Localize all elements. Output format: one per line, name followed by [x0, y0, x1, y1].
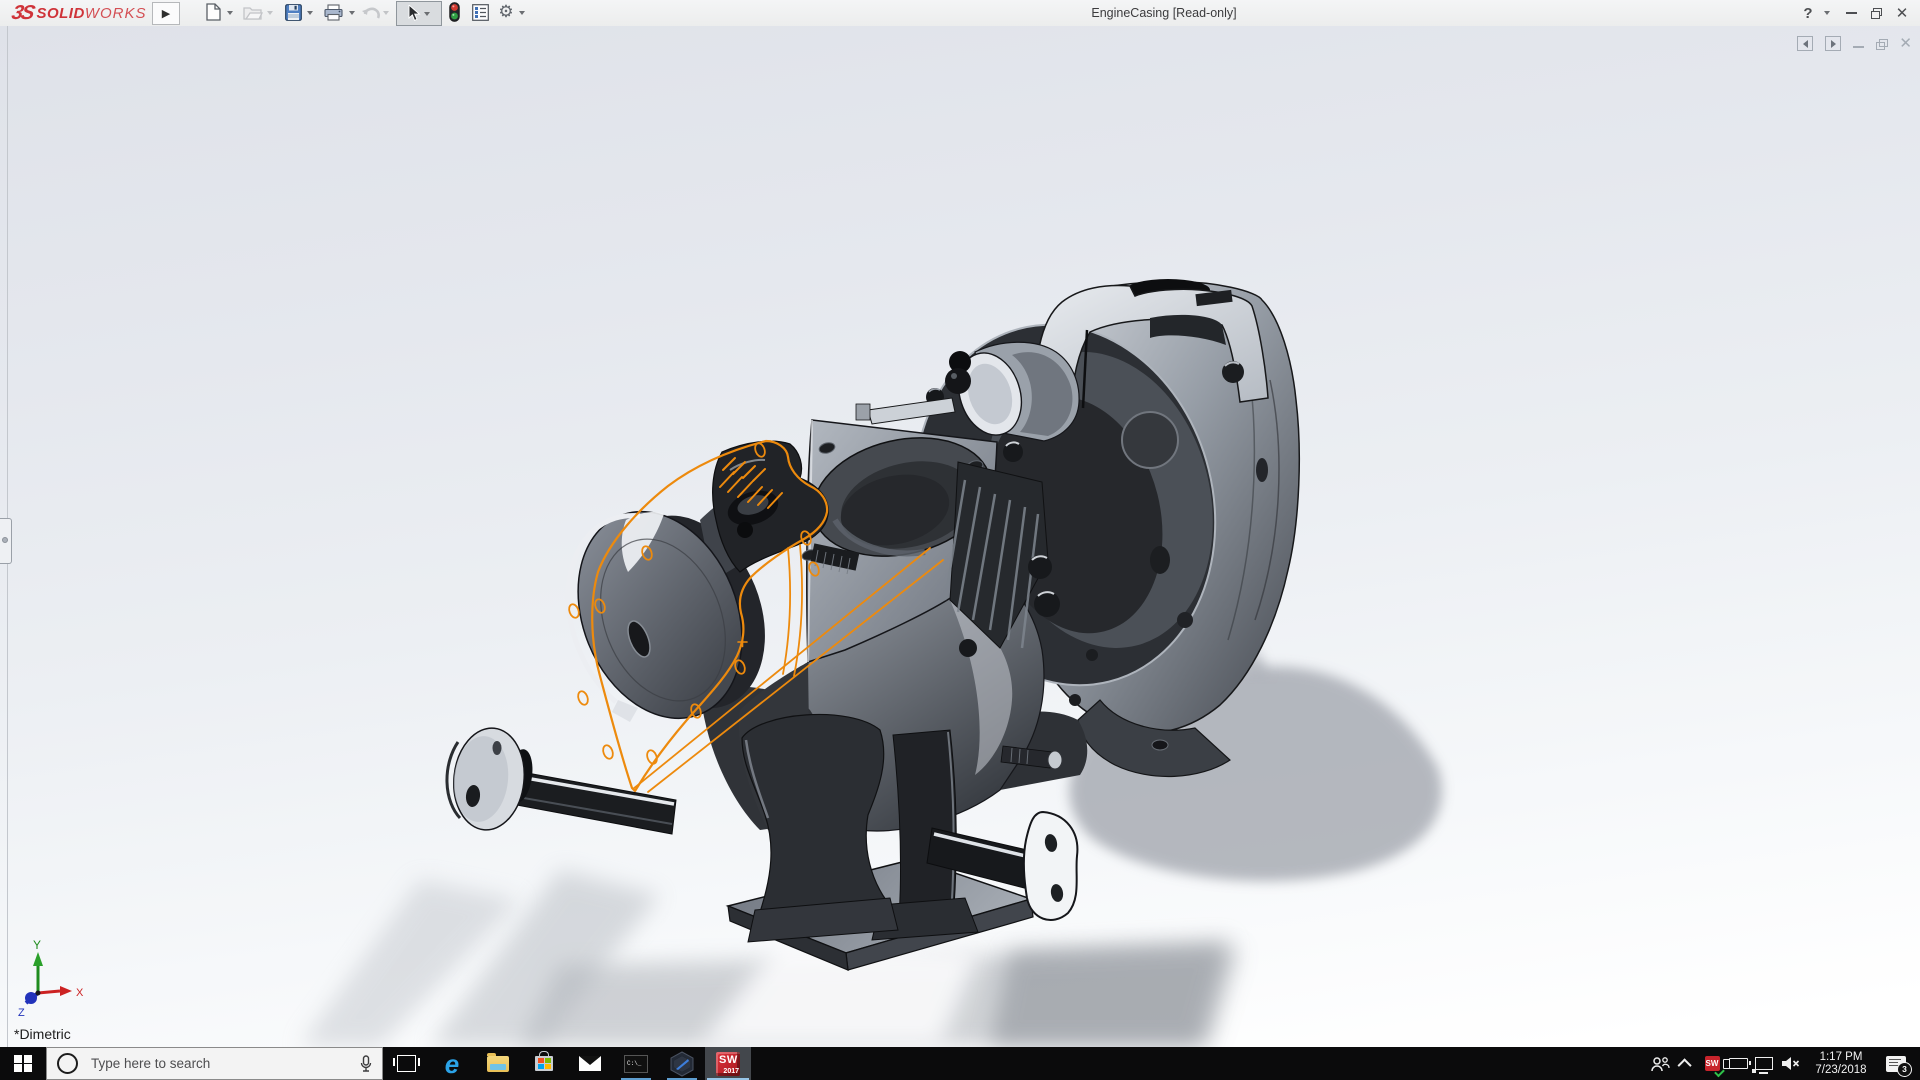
solidworks-check-icon: SW	[1704, 1056, 1720, 1071]
taskbar-mail[interactable]	[567, 1047, 613, 1080]
open-folder-icon	[243, 7, 263, 20]
file-properties-button[interactable]	[470, 2, 490, 22]
clock[interactable]: 1:17 PM 7/23/2018	[1809, 1051, 1873, 1077]
hexagon-app-icon	[670, 1050, 694, 1077]
caret-icon	[267, 10, 273, 15]
axis-y-label: Y	[33, 938, 41, 952]
stand-legs[interactable]	[741, 713, 979, 943]
tray-overflow-button[interactable]	[1673, 1047, 1699, 1080]
battery-plug-icon	[1722, 1058, 1751, 1069]
gear-icon: ⚙	[498, 2, 514, 21]
new-document-dropdown[interactable]	[227, 2, 233, 23]
undo-button[interactable]	[360, 2, 380, 22]
undo-dropdown[interactable]	[383, 2, 389, 23]
select-dropdown-caret[interactable]	[424, 11, 430, 16]
ds-logo-mark: 3S	[9, 1, 36, 24]
titlebar: 3S SOLID WORKS ▶ ⚙ EngineCasing [Read-on…	[0, 0, 1920, 27]
power-status[interactable]	[1722, 1047, 1751, 1080]
taskbar-solidworks[interactable]: SW 2017	[705, 1047, 751, 1080]
document-title: EngineCasing [Read-only]	[1091, 6, 1237, 20]
view-orientation-label: *Dimetric	[14, 1026, 71, 1042]
search-placeholder: Type here to search	[91, 1056, 211, 1071]
command-prompt-icon: C:\_	[624, 1054, 648, 1073]
file-properties-icon	[471, 3, 489, 21]
caret-icon	[307, 10, 313, 15]
traffic-light-icon	[448, 2, 460, 22]
solidworks-app-icon: SW 2017	[716, 1051, 740, 1076]
taskbar: Type here to search e C:\_ SW 2017 SW 1:…	[0, 1047, 1920, 1080]
close-icon: ✕	[1895, 5, 1909, 22]
help-dropdown[interactable]	[1820, 0, 1834, 26]
chevron-up-icon	[1677, 1057, 1692, 1072]
options-button[interactable]: ⚙	[496, 2, 516, 22]
caret-icon	[227, 10, 233, 15]
options-dropdown[interactable]	[519, 2, 525, 23]
start-button[interactable]	[0, 1047, 46, 1080]
microsoft-store-icon	[535, 1051, 553, 1071]
taskbar-edge[interactable]: e	[429, 1047, 475, 1080]
cortana-icon	[57, 1053, 78, 1074]
file-explorer-icon	[487, 1052, 509, 1072]
close-button[interactable]: ✕	[1890, 0, 1914, 26]
caret-icon	[349, 10, 355, 15]
print-button[interactable]	[323, 2, 343, 22]
help-button[interactable]: ?	[1798, 0, 1818, 26]
windows-logo-icon	[14, 1054, 32, 1073]
print-icon	[323, 3, 343, 21]
caret-icon	[1824, 11, 1830, 15]
save-floppy-icon	[284, 3, 302, 21]
expand-toolbar-button[interactable]: ▶	[152, 2, 180, 25]
help-icon: ?	[1803, 4, 1813, 22]
expand-toolbar-icon: ▶	[161, 8, 171, 20]
task-view-icon	[392, 1055, 420, 1072]
notification-badge: 3	[1897, 1061, 1912, 1077]
axis-x-label: X	[76, 987, 84, 999]
taskbar-command-prompt[interactable]: C:\_	[613, 1047, 659, 1080]
minimize-icon	[1845, 12, 1857, 14]
speaker-mute-icon	[1781, 1057, 1799, 1070]
save-dropdown[interactable]	[307, 2, 313, 23]
system-tray: SW 1:17 PM 7/23/2018 3	[1647, 1047, 1920, 1080]
rebuild-button[interactable]	[444, 2, 464, 22]
new-document-icon	[205, 3, 221, 21]
microphone-icon[interactable]	[360, 1054, 372, 1073]
action-center-button[interactable]: 3	[1879, 1047, 1913, 1080]
print-dropdown[interactable]	[349, 2, 355, 23]
graphics-viewport[interactable]: ✕ Y X Z *Dimetric	[0, 26, 1920, 1047]
solidworks-logo: 3S SOLID WORKS	[9, 1, 147, 24]
taskbar-file-explorer[interactable]	[475, 1047, 521, 1080]
solidworks-monitor-tray[interactable]: SW	[1699, 1047, 1725, 1080]
select-cursor-icon	[408, 5, 421, 22]
people-button[interactable]	[1647, 1047, 1673, 1080]
axis-z-label: Z	[18, 1007, 25, 1019]
save-button[interactable]	[283, 2, 303, 22]
open-dropdown[interactable]	[267, 2, 273, 23]
caret-icon	[383, 10, 389, 15]
network-status[interactable]	[1751, 1047, 1777, 1080]
people-icon	[1651, 1056, 1670, 1071]
open-button[interactable]	[243, 2, 263, 22]
mail-icon	[579, 1056, 601, 1071]
tray-time: 1:17 PM	[1819, 1050, 1863, 1063]
restore-button[interactable]	[1864, 0, 1888, 26]
task-view-button[interactable]	[383, 1047, 429, 1080]
select-tool-button[interactable]	[396, 1, 442, 26]
restore-icon	[1870, 8, 1882, 19]
minimize-button[interactable]	[1840, 0, 1862, 26]
screen: 3S SOLID WORKS ▶ ⚙ EngineCasing [Read-on…	[0, 0, 1920, 1080]
taskbar-hexagon-app[interactable]	[659, 1047, 705, 1080]
taskbar-search[interactable]: Type here to search	[46, 1047, 383, 1080]
caret-icon	[519, 10, 525, 15]
undo-icon	[361, 7, 380, 19]
new-document-button[interactable]	[203, 2, 223, 22]
orientation-triad: Y X Z	[18, 938, 84, 1019]
engine-casing-model[interactable]: Y X Z	[0, 26, 1920, 1047]
volume-status[interactable]	[1777, 1047, 1803, 1080]
action-center-icon: 3	[1886, 1055, 1912, 1077]
edge-icon: e	[444, 1048, 460, 1079]
ethernet-icon	[1752, 1057, 1773, 1074]
tray-date: 7/23/2018	[1815, 1063, 1867, 1076]
taskbar-store[interactable]	[521, 1047, 567, 1080]
